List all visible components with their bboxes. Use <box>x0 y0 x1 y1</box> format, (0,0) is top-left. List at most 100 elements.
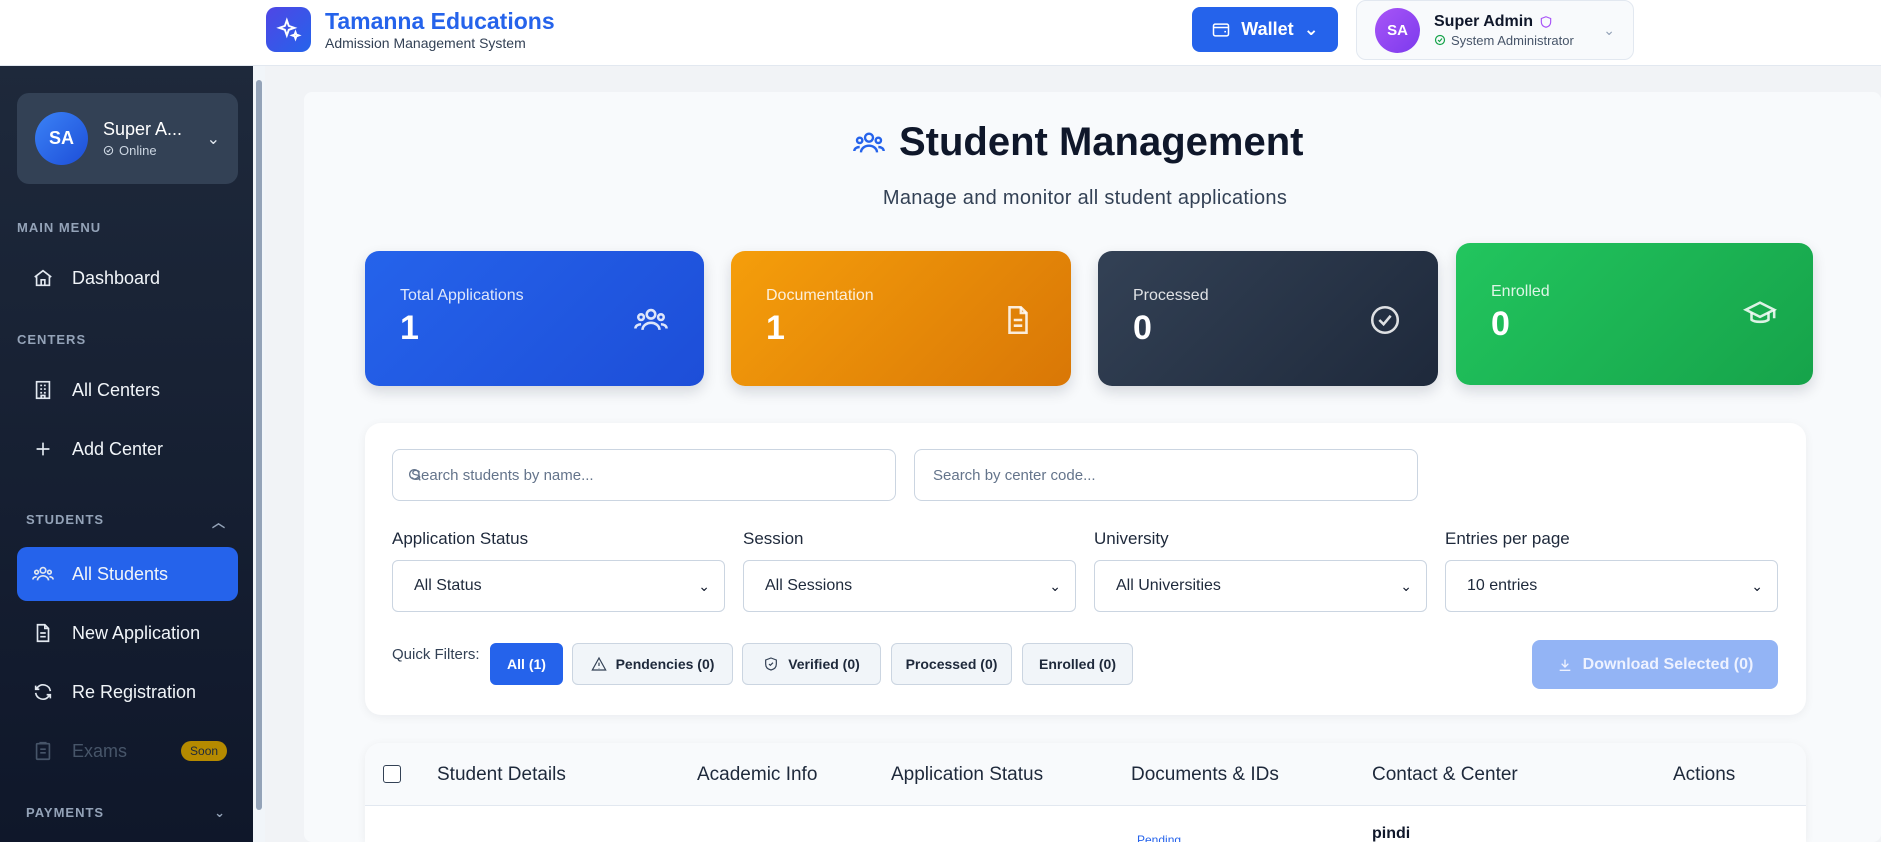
sidebar-section-centers: CENTERS <box>17 332 87 347</box>
clipboard-icon <box>35 741 51 761</box>
check-circle-icon <box>1434 34 1446 46</box>
quick-filters-label: Quick Filters: <box>392 646 480 663</box>
sidebar-item-new-application[interactable]: New Application <box>17 606 238 660</box>
wallet-label: Wallet <box>1241 19 1294 39</box>
quick-filter-verified[interactable]: Verified (0) <box>742 643 881 685</box>
column-header[interactable]: Documents & IDs <box>1131 764 1279 786</box>
top-header: Tamanna Educations Admission Management … <box>0 0 1881 66</box>
column-header[interactable]: Academic Info <box>697 764 817 786</box>
select-all-checkbox[interactable] <box>383 765 401 783</box>
contact-name: pindi <box>1372 825 1411 842</box>
search-icon <box>409 469 421 481</box>
sidebar-item-all-students[interactable]: All Students <box>17 547 238 601</box>
stat-value: 1 <box>766 309 785 347</box>
users-icon <box>853 131 885 152</box>
users-icon <box>32 566 54 581</box>
sidebar-user-name: Super A... <box>103 119 183 139</box>
session-select[interactable]: All Sessions ⌄ <box>743 560 1076 612</box>
sidebar-user-status: Online <box>119 143 157 158</box>
wallet-button[interactable]: Wallet ⌄ <box>1192 7 1338 52</box>
stat-card-total-applications[interactable]: Total Applications 1 <box>365 251 704 386</box>
stat-label: Total Applications <box>400 287 524 304</box>
download-icon <box>1559 659 1570 671</box>
column-header[interactable]: Application Status <box>891 764 1043 786</box>
university-filter-label: University <box>1094 529 1169 548</box>
entries-select[interactable]: 10 entries ⌄ <box>1445 560 1778 612</box>
sidebar-item-exams: Exams Soon <box>17 724 238 778</box>
home-icon <box>34 269 52 287</box>
download-selected-button[interactable]: Download Selected (0) <box>1532 640 1778 689</box>
chevron-down-icon: ⌄ <box>1603 21 1615 38</box>
stat-value: 1 <box>400 309 419 347</box>
shield-icon <box>1540 15 1552 28</box>
column-header[interactable]: Student Details <box>437 764 566 786</box>
online-status-icon <box>103 145 114 156</box>
stat-card-enrolled[interactable]: Enrolled 0 <box>1456 243 1813 385</box>
brand-subtitle: Admission Management System <box>325 34 526 51</box>
document-icon <box>36 623 50 643</box>
university-select[interactable]: All Universities ⌄ <box>1094 560 1427 612</box>
column-header[interactable]: Actions <box>1673 764 1735 786</box>
brand[interactable]: Tamanna Educations Admission Management … <box>266 7 555 52</box>
refresh-icon <box>34 684 52 700</box>
graduation-cap-icon <box>1743 301 1777 324</box>
brand-title: Tamanna Educations <box>325 7 555 34</box>
chevron-down-icon: ⌄ <box>1049 577 1061 594</box>
search-input[interactable]: Search students by name... <box>392 449 896 501</box>
profile-name: Super Admin <box>1434 12 1533 30</box>
profile-menu[interactable]: SA Super Admin System Administrator ⌄ <box>1356 0 1634 60</box>
chevron-down-icon: ⌄ <box>1303 19 1319 39</box>
stat-label: Documentation <box>766 287 874 304</box>
sidebar-item-add-center[interactable]: Add Center <box>17 422 238 476</box>
sidebar-section-students[interactable]: STUDENTS ︿ <box>26 512 226 531</box>
stat-value: 0 <box>1491 305 1510 343</box>
search-placeholder: Search students by name... <box>411 466 594 484</box>
quick-filter-all[interactable]: All (1) <box>490 643 563 685</box>
page-subtitle: Manage and monitor all student applicati… <box>882 187 1288 209</box>
sidebar: SA Super A... Online ⌄ MAIN MENU Dashboa… <box>0 66 265 842</box>
sidebar-item-dashboard[interactable]: Dashboard <box>17 251 238 305</box>
sidebar-item-label: All Students <box>72 563 169 584</box>
sidebar-section-payments[interactable]: PAYMENTS ⌄ <box>26 805 226 821</box>
stat-card-processed[interactable]: Processed 0 <box>1098 251 1438 386</box>
sidebar-scrollbar[interactable] <box>253 66 265 842</box>
shield-check-icon <box>765 657 778 671</box>
users-icon <box>634 308 668 331</box>
quick-filter-pendencies[interactable]: Pendencies (0) <box>572 643 733 685</box>
status-filter-label: Application Status <box>392 529 529 548</box>
building-icon <box>35 380 51 400</box>
sidebar-item-label: All Centers <box>72 379 161 400</box>
profile-role: System Administrator <box>1451 32 1574 48</box>
sidebar-user-card[interactable]: SA Super A... Online ⌄ <box>17 93 238 184</box>
stat-value: 0 <box>1133 309 1152 347</box>
chevron-down-icon: ⌄ <box>1400 577 1412 594</box>
avatar: SA <box>35 112 88 165</box>
sidebar-item-label: Re Registration <box>72 681 197 702</box>
plus-icon <box>36 442 50 456</box>
chevron-down-icon: ⌄ <box>206 130 220 148</box>
sidebar-item-label: Exams <box>72 740 128 761</box>
stat-label: Processed <box>1133 287 1209 304</box>
soon-badge: Soon <box>181 741 228 761</box>
sidebar-item-all-centers[interactable]: All Centers <box>17 363 238 417</box>
sidebar-item-label: Dashboard <box>72 267 161 288</box>
status-select[interactable]: All Status ⌄ <box>392 560 725 612</box>
avatar: SA <box>1375 7 1420 53</box>
chevron-up-icon: ︿ <box>211 515 226 530</box>
check-circle-icon <box>1370 305 1400 335</box>
column-header[interactable]: Contact & Center <box>1372 764 1518 786</box>
sidebar-item-label: New Application <box>72 622 201 643</box>
entries-filter-label: Entries per page <box>1445 529 1570 548</box>
quick-filter-processed[interactable]: Processed (0) <box>891 643 1012 685</box>
warning-icon <box>590 656 607 671</box>
stat-label: Enrolled <box>1491 283 1550 300</box>
chevron-down-icon: ⌄ <box>1751 577 1763 594</box>
chevron-down-icon: ⌄ <box>698 577 710 594</box>
quick-filter-enrolled[interactable]: Enrolled (0) <box>1022 643 1133 685</box>
stat-card-documentation[interactable]: Documentation 1 <box>731 251 1071 386</box>
document-status[interactable]: Pending <box>1137 833 1181 842</box>
center-code-search-input[interactable]: Search by center code... <box>914 449 1418 501</box>
sidebar-item-re-registration[interactable]: Re Registration <box>17 665 238 719</box>
center-code-placeholder: Search by center code... <box>933 466 1096 484</box>
sidebar-section-main: MAIN MENU <box>17 220 102 235</box>
